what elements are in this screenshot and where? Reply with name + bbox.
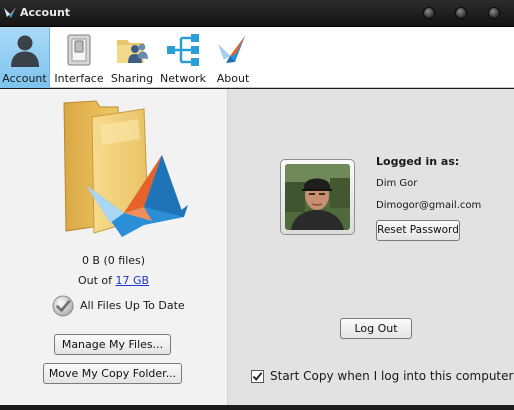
log-out-button[interactable]: Log Out <box>340 318 412 339</box>
preferences-toolbar: Account Interface Sharing Network About <box>0 27 514 88</box>
shared-folder-icon <box>117 40 148 63</box>
window-bottom-edge <box>0 405 514 410</box>
tab-interface[interactable]: Interface <box>51 27 107 88</box>
start-on-login-label: Start Copy when I log into this computer <box>270 369 514 383</box>
tab-about[interactable]: About <box>211 27 255 88</box>
sync-status-text: All Files Up To Date <box>80 299 185 312</box>
quota-prefix: Out of <box>77 274 116 287</box>
close-button[interactable] <box>489 8 499 18</box>
copy-folder-icon <box>63 100 188 237</box>
checkmark-circle-icon <box>52 295 74 317</box>
reset-password-button[interactable]: Reset Password <box>376 220 460 241</box>
tab-interface-label: Interface <box>54 72 104 85</box>
tab-account-label: Account <box>2 72 47 85</box>
account-panel: Logged in as: Dim Gor Dimogor@gmail.com … <box>227 89 514 405</box>
tab-sharing[interactable]: Sharing <box>108 27 156 88</box>
user-icon <box>10 35 39 67</box>
user-photo <box>285 164 350 230</box>
copy-crane-icon <box>218 36 245 63</box>
tab-network-label: Network <box>160 72 206 85</box>
move-folder-button[interactable]: Move My Copy Folder... <box>43 363 182 384</box>
tab-network[interactable]: Network <box>158 27 208 88</box>
storage-used: 0 B (0 files) <box>81 254 146 267</box>
quota-link[interactable]: 17 GB <box>115 274 149 287</box>
avatar <box>280 159 355 235</box>
minimize-button[interactable] <box>424 8 434 18</box>
storage-quota: Out of 17 GB <box>0 274 227 287</box>
checkmark-icon <box>252 372 263 381</box>
storage-panel: 0 B (0 files) Out of 17 GB All Files Up … <box>0 89 227 405</box>
copy-app-logo-icon <box>4 7 16 18</box>
tab-sharing-label: Sharing <box>110 72 154 85</box>
network-icon <box>167 34 199 66</box>
checkbox-box[interactable] <box>251 370 264 383</box>
window-title: Account <box>20 6 71 19</box>
manage-files-button[interactable]: Manage My Files... <box>54 334 171 355</box>
tab-account[interactable]: Account <box>0 27 50 88</box>
user-name: Dim Gor <box>376 178 418 189</box>
toggle-switch-icon <box>67 34 91 66</box>
user-email: Dimogor@gmail.com <box>376 200 482 211</box>
tab-about-label: About <box>216 72 250 85</box>
maximize-button[interactable] <box>456 8 466 18</box>
logged-in-label: Logged in as: <box>376 155 460 168</box>
title-bar: Account <box>0 0 514 27</box>
